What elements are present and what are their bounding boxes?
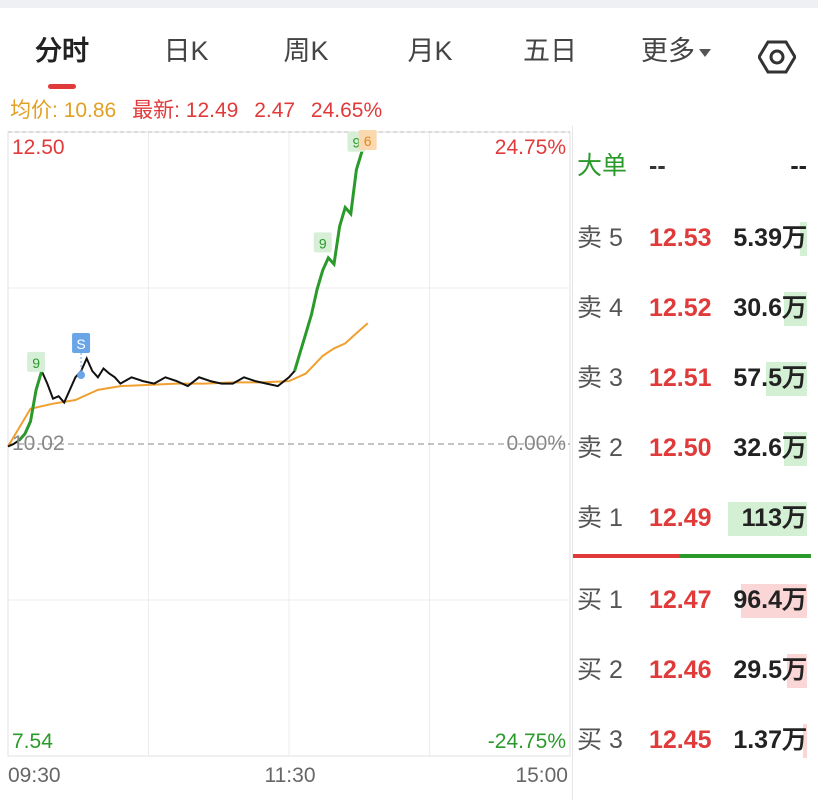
sell-order-row: 卖 1 12.49 113万 bbox=[573, 490, 818, 546]
sell-order-row: 卖 2 12.50 32.6万 bbox=[573, 420, 818, 476]
marker-label: 9 bbox=[319, 235, 327, 251]
order-volume: 113万 bbox=[741, 504, 807, 532]
marker-dot bbox=[77, 371, 86, 380]
tab-monthly-k[interactable]: 月K bbox=[400, 34, 460, 68]
order-level-label: 卖 4 bbox=[577, 294, 623, 322]
tab-more[interactable]: 更多 bbox=[634, 34, 718, 68]
sell-order-row: 卖 4 12.52 30.6万 bbox=[573, 280, 818, 336]
sell-order-row: 卖 3 12.51 57.5万 bbox=[573, 350, 818, 406]
separator-red bbox=[573, 554, 679, 558]
top-strip bbox=[0, 0, 818, 8]
order-price: 12.52 bbox=[649, 294, 712, 322]
tab-intraday[interactable]: 分时 bbox=[32, 34, 92, 68]
buy-order-row: 买 2 12.46 29.5万 bbox=[573, 642, 818, 698]
price-change-pct: 24.65% bbox=[310, 99, 383, 122]
price-line bbox=[7, 131, 369, 448]
y-left-tick: 7.54 bbox=[12, 730, 53, 753]
tab-weekly-k[interactable]: 周K bbox=[276, 34, 336, 68]
order-volume: 96.4万 bbox=[733, 586, 807, 614]
x-tick: 15:00 bbox=[515, 764, 568, 787]
tab-more-label: 更多 bbox=[641, 36, 695, 66]
order-price: 12.45 bbox=[649, 726, 712, 754]
order-volume: 57.5万 bbox=[733, 364, 807, 392]
buy-order-row: 买 1 12.47 96.4万 bbox=[573, 572, 818, 628]
buy-order-row: 买 3 12.45 1.37万 bbox=[573, 712, 818, 768]
order-volume: 5.39万 bbox=[733, 224, 807, 252]
order-price: 12.53 bbox=[649, 224, 712, 252]
order-level-label: 卖 1 bbox=[577, 504, 623, 532]
latest-price-value: 12.49 bbox=[185, 99, 239, 122]
order-level-label: 卖 3 bbox=[577, 364, 623, 392]
order-book-panel: 大单 -- -- 卖 5 12.53 5.39万卖 4 12.52 30.6万卖 3 12… bbox=[572, 126, 818, 800]
y-right-tick: -24.75% bbox=[488, 730, 566, 753]
settings-icon[interactable] bbox=[758, 38, 796, 76]
y-left-tick: 12.50 bbox=[12, 136, 65, 159]
chevron-down-icon bbox=[699, 48, 711, 57]
x-tick: 09:30 bbox=[8, 764, 61, 787]
intraday-chart[interactable]: 9 S 9 9 6 12.50 10.02 7.54 24.75% 0.00% -24.75% 09:… bbox=[0, 126, 572, 800]
order-level-label: 卖 2 bbox=[577, 434, 623, 462]
order-volume: 1.37万 bbox=[733, 726, 807, 754]
order-volume: 29.5万 bbox=[733, 656, 807, 684]
latest-price-label: 最新: bbox=[132, 99, 180, 122]
order-volume: 30.6万 bbox=[733, 294, 807, 322]
y-right-tick: 24.75% bbox=[495, 136, 566, 159]
tab-five-day[interactable]: 五日 bbox=[518, 34, 582, 68]
separator-green bbox=[679, 554, 811, 558]
tab-daily-k[interactable]: 日K bbox=[156, 34, 216, 68]
order-level-label: 卖 5 bbox=[577, 224, 623, 252]
marker-label: S bbox=[76, 336, 85, 352]
order-price: 12.50 bbox=[649, 434, 712, 462]
price-surge-segment bbox=[18, 370, 44, 442]
price-change: 2.47 bbox=[254, 99, 296, 122]
sell-order-row: 卖 5 12.53 5.39万 bbox=[573, 210, 818, 266]
order-level-label: 买 1 bbox=[577, 586, 623, 614]
avg-price-value: 10.86 bbox=[63, 99, 117, 122]
marker-label: 9 bbox=[32, 355, 40, 371]
order-volume: 32.6万 bbox=[733, 434, 807, 462]
order-price: 12.46 bbox=[649, 656, 712, 684]
y-left-tick: 10.02 bbox=[12, 432, 65, 455]
active-tab-indicator bbox=[48, 84, 76, 89]
order-level-label: 买 3 bbox=[577, 726, 623, 754]
big-order-row: 大单 -- -- bbox=[573, 138, 818, 194]
x-tick: 11:30 bbox=[265, 764, 316, 787]
big-order-vol: -- bbox=[790, 152, 807, 180]
order-price: 12.51 bbox=[649, 364, 712, 392]
price-info-line: 均价: 10.86 最新: 12.49 2.47 24.65% bbox=[10, 98, 382, 124]
marker-label: 6 bbox=[364, 133, 372, 149]
chart-tabs: 分时 日K 周K 月K 五日 更多 bbox=[0, 8, 818, 94]
order-price: 12.49 bbox=[649, 504, 712, 532]
big-order-label: 大单 bbox=[577, 152, 628, 180]
avg-price-label: 均价: bbox=[10, 99, 58, 122]
big-order-price: -- bbox=[649, 152, 666, 180]
intraday-chart-svg: 9S99 612.5010.027.5424.75%0.00%-24.75%09:… bbox=[7, 130, 571, 787]
order-level-label: 买 2 bbox=[577, 656, 623, 684]
order-price: 12.47 bbox=[649, 586, 712, 614]
y-right-tick: 0.00% bbox=[506, 432, 566, 455]
